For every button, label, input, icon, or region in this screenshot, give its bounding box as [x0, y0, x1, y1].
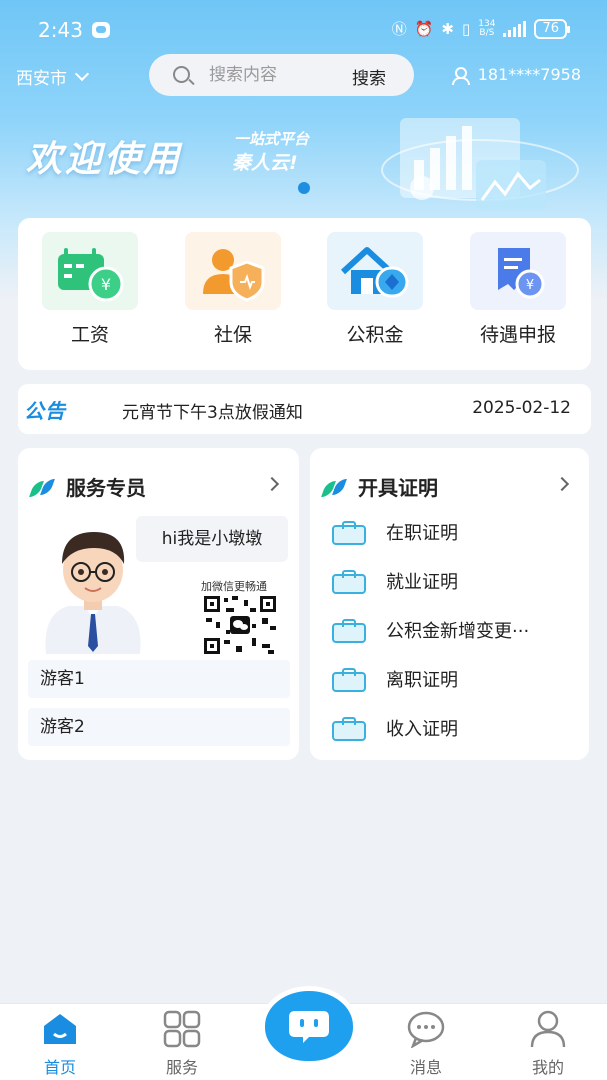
search-input[interactable] [209, 62, 329, 88]
alarm-icon: ⏰ [414, 19, 434, 38]
signal-icon [503, 20, 527, 37]
home-icon [44, 1014, 76, 1044]
nav-label: 首页 [43, 1058, 76, 1077]
add-user-icon [451, 66, 470, 85]
chevron-right-icon[interactable] [554, 476, 570, 492]
status-time: 2:43 [38, 18, 83, 42]
nav-messages[interactable]: 消息 [386, 1010, 466, 1078]
announcement-bar[interactable]: 公告 元宵节下午3点放假通知 2025-02-12 [18, 384, 591, 434]
wechat-qr-code [202, 594, 278, 656]
guest-item[interactable]: 游客2 [28, 708, 290, 746]
panel-title: 开具证明 [358, 476, 438, 500]
user-phone-number: 181****7958 [477, 65, 581, 84]
certificate-label: 收入证明 [386, 719, 458, 740]
guest-item[interactable]: 游客1 [28, 660, 290, 698]
announcement-tag: 公告 [24, 399, 66, 423]
briefcase-icon [332, 570, 366, 594]
chevron-right-icon[interactable] [264, 476, 280, 492]
certificate-item-resignation[interactable]: 离职证明 [332, 661, 458, 697]
message-notification-icon [92, 22, 110, 38]
banner-tagline-1: 一站式平台 [234, 130, 310, 148]
nfc-icon: Ⓝ [391, 20, 407, 38]
briefcase-icon [332, 717, 366, 741]
nav-label: 服务 [165, 1058, 198, 1077]
certificate-item-job[interactable]: 就业证明 [332, 563, 458, 599]
quick-link-label: 社保 [213, 324, 252, 346]
quick-link-salary[interactable]: ¥ 工资 [25, 232, 155, 362]
certificate-item-housing-fund-change[interactable]: 公积金新增变更··· [332, 612, 529, 648]
quick-link-label: 公积金 [346, 324, 404, 346]
bluetooth-icon: ✱ [441, 19, 454, 38]
grid-icon [163, 1010, 201, 1048]
briefcase-icon [332, 521, 366, 545]
benefit-declaration-icon: ¥ [470, 232, 566, 310]
top-bar: 西安市 搜索 181****7958 [0, 52, 607, 98]
certificate-label: 就业证明 [386, 572, 458, 593]
quick-link-benefit-declaration[interactable]: ¥ 待遇申报 [453, 232, 583, 362]
nav-label: 消息 [409, 1058, 442, 1077]
quick-link-social-security[interactable]: 社保 [168, 232, 298, 362]
quick-link-label: 待遇申报 [479, 324, 556, 346]
vibrate-icon: ▯ [462, 19, 471, 38]
welcome-banner[interactable]: 欢迎使用 一站式平台 秦人云! [0, 110, 607, 210]
nav-home[interactable]: 首页 [20, 1010, 100, 1078]
announcement-date: 2025-02-12 [472, 398, 571, 418]
certificate-label: 公积金新增变更··· [386, 621, 530, 642]
qr-caption: 加微信更畅通 [201, 580, 267, 593]
assistant-chat-button[interactable] [260, 986, 358, 1066]
certificate-item-employment[interactable]: 在职证明 [332, 514, 458, 550]
city-selector[interactable]: 西安市 [16, 64, 90, 89]
person-icon [530, 1010, 566, 1048]
chevron-down-icon [74, 66, 90, 81]
certificate-label: 离职证明 [386, 670, 458, 691]
certificate-panel: 开具证明 在职证明 就业证明 公积金新增变更··· 离职证明 收入证明 [310, 448, 589, 760]
chat-bubble-icon [407, 1011, 445, 1049]
certificate-item-income[interactable]: 收入证明 [332, 710, 458, 746]
briefcase-icon [332, 619, 366, 643]
leaf-logo-icon [32, 477, 56, 497]
nav-label: 我的 [531, 1058, 564, 1077]
panel-header: 开具证明 [324, 472, 438, 501]
search-icon [173, 66, 190, 83]
leaf-logo-icon [324, 477, 348, 497]
panel-header: 服务专员 [32, 472, 146, 501]
certificate-label: 在职证明 [386, 523, 458, 544]
svg-text:¥: ¥ [101, 275, 111, 294]
banner-pagination-dot[interactable] [298, 182, 310, 194]
network-speed: 134 B/S [478, 19, 495, 38]
battery-indicator: 76 [534, 18, 570, 39]
announcement-title: 元宵节下午3点放假通知 [122, 403, 303, 423]
search-button[interactable]: 搜索 [352, 64, 386, 89]
banner-illustration [381, 118, 579, 210]
briefcase-icon [332, 668, 366, 692]
housing-fund-house-icon [327, 232, 423, 310]
banner-headline: 欢迎使用 [26, 139, 183, 180]
nav-services[interactable]: 服务 [142, 1010, 222, 1078]
quick-links-card: ¥ 工资 社保 公积金 ¥ 待遇申报 [18, 218, 591, 370]
banner-tagline-2: 秦人云! [232, 152, 298, 174]
status-icons: Ⓝ ⏰ ✱ ▯ 134 B/S 76 [391, 18, 570, 39]
social-security-shield-icon [185, 232, 281, 310]
status-bar: 2:43 Ⓝ ⏰ ✱ ▯ 134 B/S 76 [0, 0, 607, 56]
salary-calendar-icon: ¥ [42, 232, 138, 310]
quick-link-housing-fund[interactable]: 公积金 [310, 232, 440, 362]
assistant-icon [289, 1011, 329, 1043]
user-account[interactable]: 181****7958 [451, 65, 581, 85]
panel-title: 服务专员 [66, 476, 146, 500]
network-speed-unit: B/S [479, 27, 495, 38]
quick-link-label: 工资 [70, 324, 109, 346]
nav-profile[interactable]: 我的 [508, 1010, 588, 1078]
svg-text:¥: ¥ [526, 278, 534, 293]
search-bar: 搜索 [149, 54, 414, 96]
service-specialist-panel: 服务专员 hi我是小墩墩 加微信更畅通 游客1 游客2 [18, 448, 299, 760]
city-label: 西安市 [16, 69, 67, 89]
greeting-bubble: hi我是小墩墩 [136, 516, 288, 562]
